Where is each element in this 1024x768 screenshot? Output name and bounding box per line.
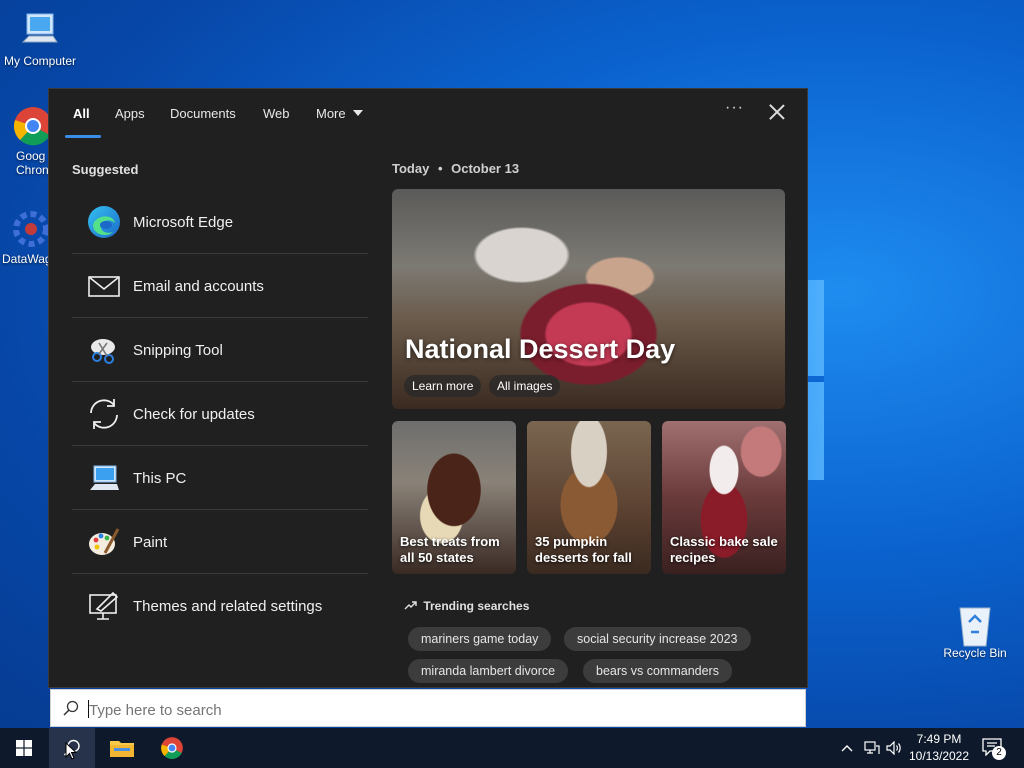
suggested-item-label: Paint [133, 534, 168, 551]
suggested-item-snipping-tool[interactable]: Snipping Tool [72, 318, 368, 382]
mail-icon [87, 269, 121, 303]
news-card-caption: Best treats from all 50 states [400, 534, 500, 565]
today-heading: Today • October 13 [392, 161, 519, 176]
close-icon[interactable] [767, 102, 787, 122]
trending-search-pill[interactable]: mariners game today [408, 627, 552, 651]
news-card-caption: Classic bake sale recipes [670, 534, 778, 565]
all-images-button[interactable]: All images [489, 375, 561, 397]
suggested-item-this-pc[interactable]: This PC [72, 446, 368, 510]
trending-search-pill[interactable]: social security increase 2023 [564, 627, 751, 651]
search-icon [63, 700, 79, 716]
news-card[interactable]: Best treats from all 50 states [392, 421, 516, 574]
recycle-bin-icon [954, 602, 996, 647]
suggested-heading: Suggested [72, 162, 139, 177]
suggested-item-edge[interactable]: Microsoft Edge [72, 190, 368, 254]
volume-icon[interactable] [886, 741, 902, 755]
tab-apps[interactable]: Apps [115, 106, 145, 121]
search-taskbar-button[interactable] [49, 728, 95, 768]
mouse-cursor-icon [65, 742, 77, 760]
desktop-icon-my-computer[interactable]: My Computer [0, 10, 80, 68]
chevron-down-icon [353, 110, 364, 116]
chrome-icon [161, 737, 183, 760]
file-explorer-button[interactable] [99, 728, 145, 768]
tab-documents[interactable]: Documents [170, 106, 236, 121]
suggested-item-check-updates[interactable]: Check for updates [72, 382, 368, 446]
taskbar: 7:49 PM 10/13/2022 2 [0, 728, 1024, 768]
sync-icon [87, 397, 121, 431]
start-button[interactable] [0, 728, 46, 768]
tab-more-label: More [316, 106, 346, 121]
notification-count-badge: 2 [992, 746, 1006, 760]
notifications-button[interactable]: 2 [982, 738, 1006, 760]
today-label: Today [392, 161, 430, 176]
edge-icon [87, 205, 121, 239]
tab-web[interactable]: Web [263, 106, 290, 121]
desktop-icon-label: Goog Chron [16, 149, 48, 177]
desktop-icon-label: DataWag [2, 252, 48, 266]
tab-more[interactable]: More [316, 106, 364, 121]
clock-date: 10/13/2022 [908, 749, 970, 763]
tab-all[interactable]: All [73, 106, 90, 121]
computer-icon [87, 461, 121, 495]
ellipsis-icon[interactable]: ··· [725, 99, 744, 117]
suggested-item-paint[interactable]: Paint [72, 510, 368, 574]
datawag-icon [10, 208, 48, 250]
hero-image-card[interactable]: National Dessert Day Learn more All imag… [392, 189, 785, 409]
trending-heading: Trending searches [404, 599, 529, 613]
today-date: October 13 [451, 161, 520, 176]
learn-more-button[interactable]: Learn more [404, 375, 482, 397]
paint-icon [87, 525, 121, 559]
suggested-list: Microsoft Edge Email and accounts Snippi… [72, 190, 368, 637]
trending-search-pill[interactable]: bears vs commanders [583, 659, 732, 683]
clock-time: 7:49 PM [916, 732, 962, 746]
clock[interactable]: 7:49 PM 10/13/2022 [906, 732, 972, 763]
suggested-item-themes[interactable]: Themes and related settings [72, 574, 368, 637]
chrome-icon [12, 105, 48, 147]
active-tab-indicator [65, 135, 101, 138]
windows-logo-icon [16, 740, 32, 756]
suggested-item-label: Snipping Tool [133, 342, 223, 359]
trending-up-icon [404, 601, 417, 610]
chevron-up-icon[interactable] [841, 744, 853, 752]
themes-icon [87, 589, 121, 623]
suggested-item-label: This PC [133, 470, 187, 487]
desktop-icon-datawag[interactable]: DataWag [0, 208, 48, 266]
trending-search-pill[interactable]: miranda lambert divorce [408, 659, 569, 683]
desktop-icon-recycle-bin[interactable]: Recycle Bin [935, 602, 1015, 660]
snipping-tool-icon [87, 333, 121, 367]
news-card-caption: 35 pumpkin desserts for fall [535, 534, 632, 565]
chrome-taskbar-button[interactable] [149, 728, 195, 768]
folder-icon [110, 741, 134, 757]
computer-icon [19, 10, 61, 52]
suggested-item-email[interactable]: Email and accounts [72, 254, 368, 318]
search-input[interactable] [87, 696, 791, 724]
today-separator: • [437, 161, 443, 176]
desktop-icon-chrome[interactable]: Goog Chron [0, 105, 48, 177]
suggested-item-label: Email and accounts [133, 278, 264, 295]
network-icon[interactable] [864, 741, 880, 755]
desktop-icon-label: My Computer [3, 54, 77, 68]
news-card[interactable]: Classic bake sale recipes [662, 421, 786, 574]
hero-title: National Dessert Day [405, 334, 676, 364]
suggested-item-label: Themes and related settings [133, 598, 323, 615]
trending-title: Trending searches [423, 599, 530, 613]
suggested-item-label: Check for updates [133, 406, 255, 423]
news-card[interactable]: 35 pumpkin desserts for fall [527, 421, 651, 574]
search-panel: All Apps Documents Web More ··· Suggeste… [48, 88, 808, 688]
suggested-item-label: Microsoft Edge [133, 214, 234, 231]
search-box[interactable] [50, 689, 806, 727]
search-tabs: All Apps Documents Web More ··· [49, 89, 807, 139]
text-caret [88, 700, 89, 718]
desktop-icon-label: Recycle Bin [943, 646, 1007, 660]
